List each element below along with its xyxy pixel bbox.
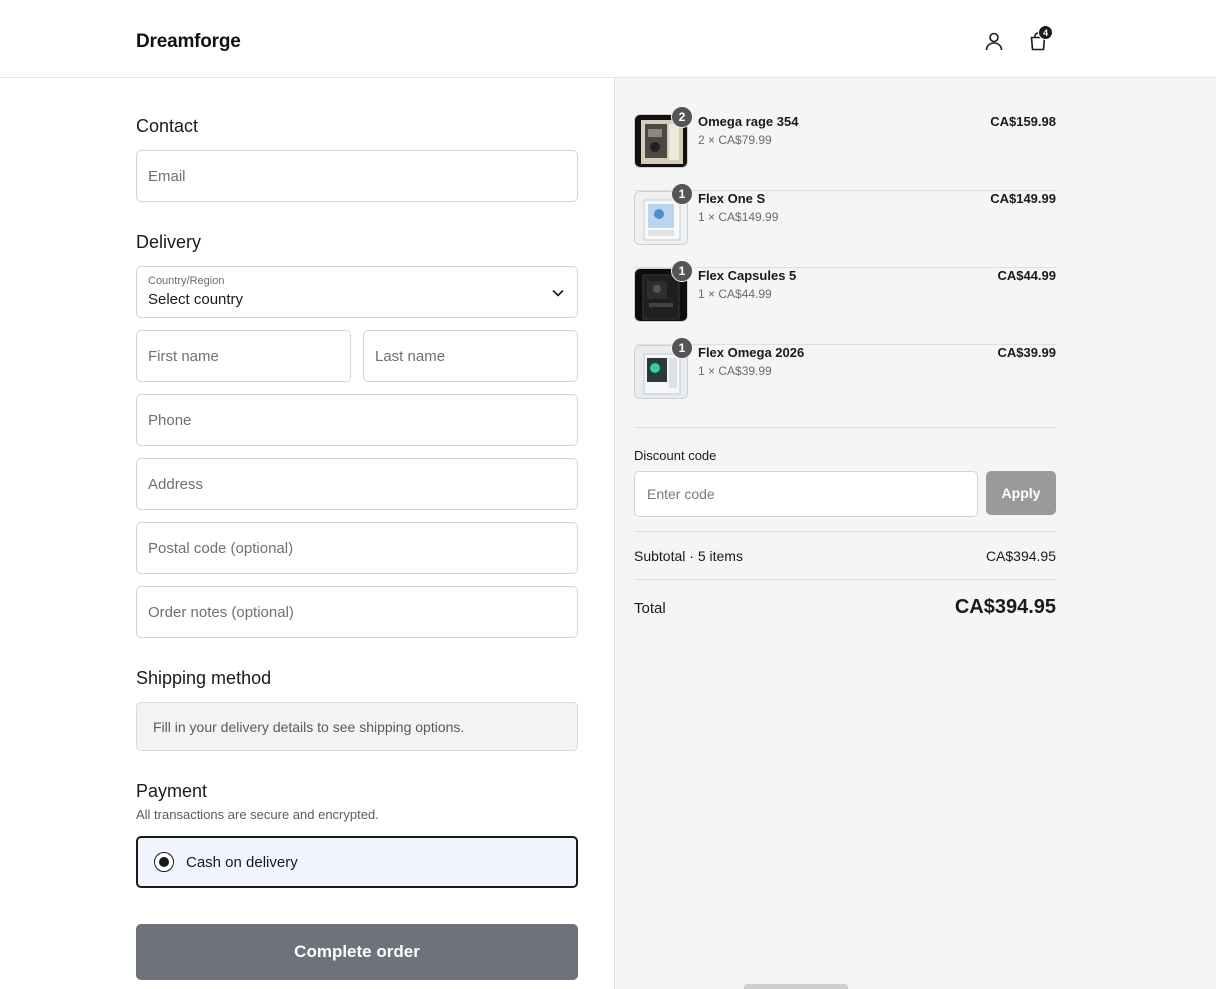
- last-name-input[interactable]: [364, 331, 577, 381]
- contact-heading: Contact: [136, 116, 199, 136]
- user-icon: [985, 32, 1003, 51]
- postal-code-field[interactable]: [136, 522, 578, 574]
- payment-subtitle: All transactions are secure and encrypte…: [136, 807, 379, 822]
- quantity-badge: 1: [671, 337, 693, 359]
- shipping-message: Fill in your delivery details to see shi…: [153, 718, 465, 735]
- payment-option-label: Cash on delivery: [186, 853, 298, 871]
- radio-selected-dot: [159, 857, 169, 867]
- email-input[interactable]: [137, 151, 577, 201]
- address-field[interactable]: [136, 458, 578, 510]
- shipping-heading: Shipping method: [136, 668, 272, 688]
- cart-item: 2 Omega rage 354 2 × CA$79.99 CA$159.98: [634, 106, 1056, 191]
- country-value: Select country: [148, 291, 244, 308]
- cart-item: 1 Flex Capsules 5 1 × CA$44.99 CA$44.99: [634, 260, 1056, 345]
- item-total-price: CA$159.98: [990, 114, 1056, 129]
- site-header: Dreamforge 4: [0, 0, 1216, 78]
- payment-heading: Payment: [136, 781, 208, 801]
- divider: [634, 531, 1056, 532]
- phone-field[interactable]: [136, 394, 578, 446]
- divider: [634, 427, 1056, 428]
- item-total-price: CA$149.99: [990, 191, 1056, 206]
- discount-label: Discount code: [634, 448, 717, 463]
- last-name-field[interactable]: [363, 330, 578, 382]
- first-name-field[interactable]: [136, 330, 351, 382]
- item-total-price: CA$39.99: [997, 345, 1056, 360]
- brand-logo[interactable]: Dreamforge: [136, 31, 241, 53]
- discount-code-field[interactable]: [634, 471, 978, 517]
- subtotal-label: Subtotal · 5 items: [634, 548, 743, 564]
- apply-discount-button[interactable]: Apply: [986, 471, 1056, 515]
- email-field[interactable]: [136, 150, 578, 202]
- payment-radio[interactable]: [154, 852, 174, 872]
- order-notes-field[interactable]: [136, 586, 578, 638]
- item-unit-price: 1 × CA$149.99: [698, 210, 779, 224]
- address-input[interactable]: [137, 459, 577, 509]
- item-name: Flex Capsules 5: [698, 268, 797, 283]
- subtotal-value: CA$394.95: [985, 548, 1056, 564]
- quantity-badge: 2: [671, 106, 693, 128]
- item-unit-price: 2 × CA$79.99: [698, 133, 772, 147]
- phone-input[interactable]: [137, 395, 577, 445]
- cart-count-badge: 4: [1038, 25, 1053, 40]
- item-unit-price: 1 × CA$44.99: [698, 287, 772, 301]
- quantity-badge: 1: [671, 260, 693, 282]
- item-unit-price: 1 × CA$39.99: [698, 364, 772, 378]
- first-name-input[interactable]: [137, 331, 350, 381]
- shipping-placeholder-box: Fill in your delivery details to see shi…: [136, 702, 578, 751]
- postal-code-input[interactable]: [137, 523, 577, 573]
- cart-item: 1 Flex One S 1 × CA$149.99 CA$149.99: [634, 183, 1056, 268]
- complete-order-button[interactable]: Complete order: [136, 924, 578, 980]
- payment-option-cash-on-delivery[interactable]: Cash on delivery: [136, 836, 578, 888]
- scroll-indicator[interactable]: [744, 984, 848, 989]
- item-name: Flex One S: [698, 191, 766, 206]
- item-name: Omega rage 354: [698, 114, 799, 129]
- item-total-price: CA$44.99: [997, 268, 1056, 283]
- divider: [634, 579, 1056, 580]
- total-value: CA$394.95: [954, 596, 1056, 618]
- item-name: Flex Omega 2026: [698, 345, 805, 360]
- delivery-heading: Delivery: [136, 232, 202, 252]
- country-label: Country/Region: [148, 275, 225, 287]
- total-label: Total: [634, 600, 666, 617]
- discount-code-input[interactable]: [635, 472, 977, 516]
- cart-item: 1 Flex Omega 2026 1 × CA$39.99 CA$39.99: [634, 337, 1056, 422]
- cart-button[interactable]: 4: [1026, 25, 1053, 54]
- order-notes-input[interactable]: [137, 587, 577, 637]
- chevron-down-icon: [552, 289, 564, 297]
- quantity-badge: 1: [671, 183, 693, 205]
- country-select[interactable]: Country/Region Select country: [136, 266, 578, 318]
- account-button[interactable]: [982, 29, 1006, 53]
